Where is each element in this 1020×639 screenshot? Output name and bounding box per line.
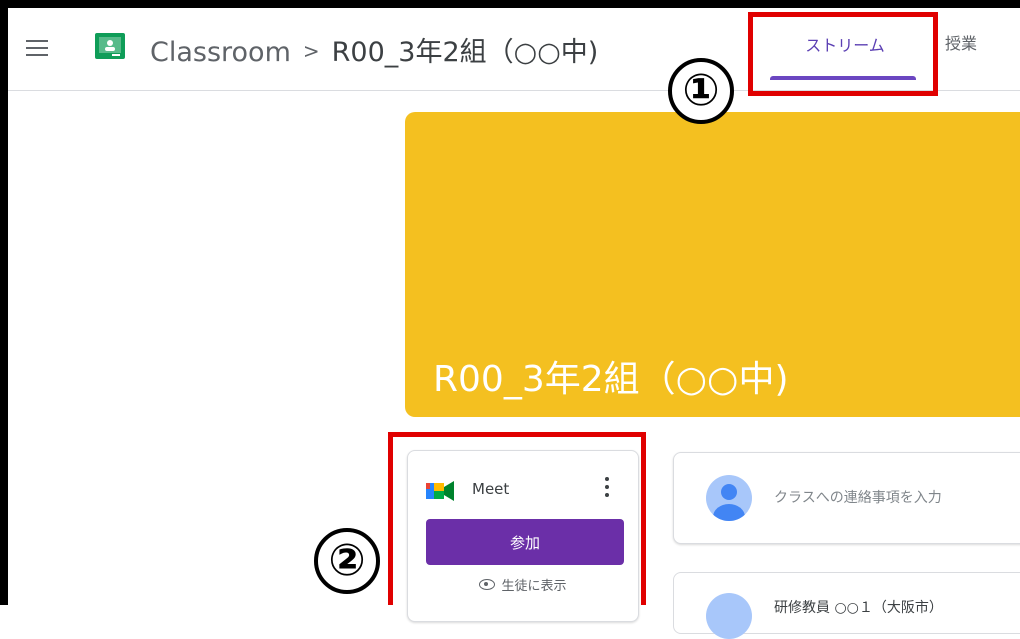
breadcrumb-separator: >	[302, 39, 320, 63]
post-author: 研修教員 ○○１（大阪市）	[774, 600, 943, 616]
banner-class-title: R00_3年2組（○○中)	[433, 359, 789, 400]
breadcrumb-class-name[interactable]: R00_3年2組（○○中)	[332, 37, 599, 68]
announcement-composer[interactable]: クラスへの連絡事項を入力	[673, 452, 1020, 544]
avatar	[706, 475, 752, 521]
post-author-avatar	[706, 593, 752, 639]
breadcrumb: Classroom > R00_3年2組（○○中)	[150, 30, 598, 69]
class-banner: R00_3年2組（○○中)	[405, 112, 1020, 417]
hamburger-menu-icon[interactable]	[26, 40, 48, 56]
highlight-box-2	[388, 432, 646, 605]
annotation-marker-2: ②	[314, 528, 380, 594]
announcement-placeholder: クラスへの連絡事項を入力	[774, 490, 942, 506]
highlight-box-1	[748, 12, 938, 96]
classroom-logo-icon[interactable]	[95, 33, 125, 59]
tab-classwork[interactable]: 授業	[945, 8, 1005, 90]
breadcrumb-app-name[interactable]: Classroom	[150, 37, 291, 68]
stream-post[interactable]: 研修教員 ○○１（大阪市）	[673, 572, 1020, 639]
annotation-marker-1: ①	[668, 58, 734, 124]
tab-classwork-label: 授業	[945, 34, 978, 53]
